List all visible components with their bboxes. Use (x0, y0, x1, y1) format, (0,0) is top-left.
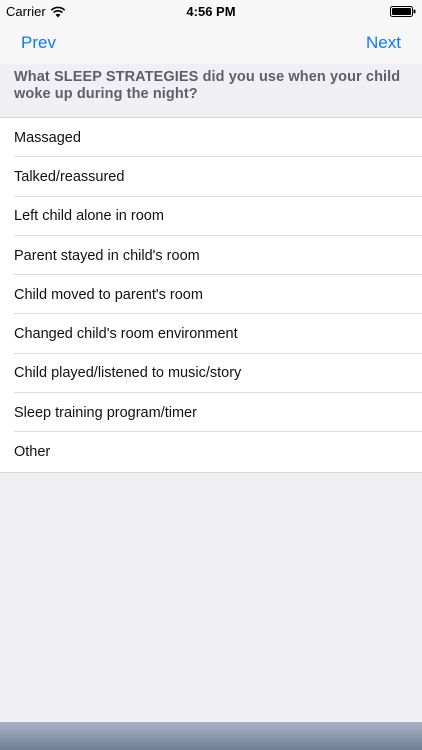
option-talked-reassured[interactable]: Talked/reassured (0, 157, 422, 197)
options-list: Massaged Talked/reassured Left child alo… (0, 117, 422, 473)
bottom-toolbar (0, 722, 422, 750)
option-changed-environment[interactable]: Changed child's room environment (0, 314, 422, 355)
status-time: 4:56 PM (186, 4, 236, 19)
option-sleep-training[interactable]: Sleep training program/timer (0, 393, 422, 433)
option-music-story[interactable]: Child played/listened to music/story (0, 354, 422, 394)
status-bar: Carrier 4:56 PM (0, 0, 422, 22)
option-child-moved[interactable]: Child moved to parent's room (0, 275, 422, 315)
option-massaged[interactable]: Massaged (0, 118, 422, 158)
navigation-bar: Prev Next (0, 22, 422, 64)
question-header: What SLEEP STRATEGIES did you use when y… (0, 64, 422, 117)
option-other[interactable]: Other (0, 432, 422, 471)
battery-icon (390, 6, 416, 17)
prev-button[interactable]: Prev (21, 33, 56, 53)
next-button[interactable]: Next (366, 33, 401, 53)
app-screen: Carrier 4:56 PM Prev Next What SLEEP STR… (0, 0, 422, 750)
option-left-child-alone[interactable]: Left child alone in room (0, 197, 422, 237)
option-parent-stayed[interactable]: Parent stayed in child's room (0, 236, 422, 276)
